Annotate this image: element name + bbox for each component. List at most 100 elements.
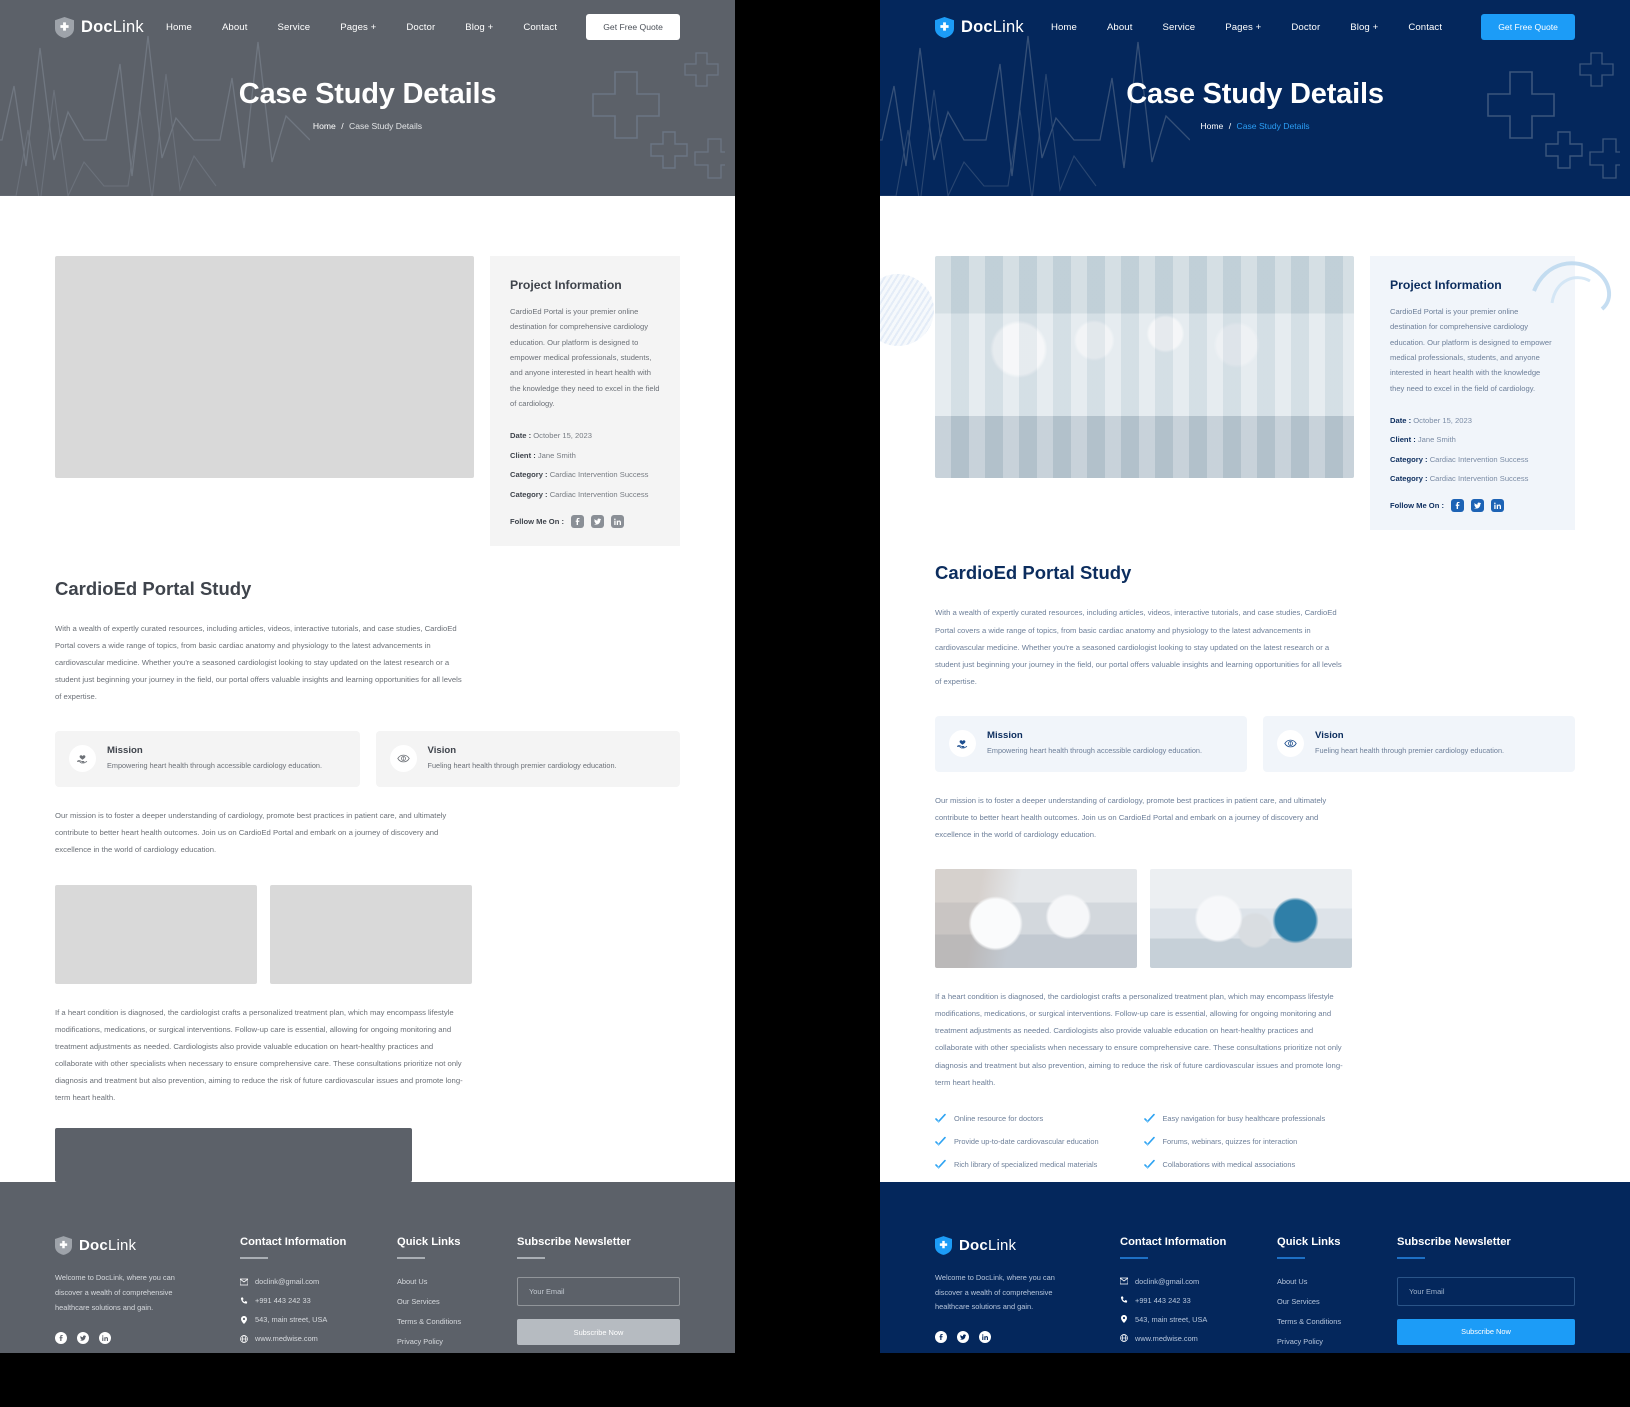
quick-link-our-services[interactable]: Our Services <box>397 1297 517 1306</box>
mission-card: Mission Empowering heart health through … <box>55 731 360 788</box>
phone-icon <box>240 1296 248 1304</box>
nav-item-blog[interactable]: Blog + <box>450 22 508 33</box>
project-meta-list: Date : October 15, 2023 Client : Jane Sm… <box>510 431 660 499</box>
comparison-stage: DocLink Home About Service Pages + Docto… <box>0 0 1630 1407</box>
shield-plus-icon <box>55 16 74 38</box>
nav-item-about[interactable]: About <box>1092 22 1148 33</box>
quick-link-about-us[interactable]: About Us <box>397 1277 517 1286</box>
primary-nav: Home About Service Pages + Doctor Blog +… <box>151 22 572 33</box>
linkedin-icon[interactable] <box>1491 499 1504 513</box>
grayscale-page-panel: DocLink Home About Service Pages + Docto… <box>0 0 735 1353</box>
quick-link-terms-conditions[interactable]: Terms & Conditions <box>1277 1317 1397 1326</box>
facebook-icon[interactable] <box>571 514 584 528</box>
case-study-hero-image <box>55 256 474 478</box>
facebook-icon[interactable] <box>1451 499 1464 513</box>
subscribe-now-button[interactable]: Subscribe Now <box>517 1319 680 1346</box>
twitter-icon[interactable] <box>957 1331 969 1344</box>
nav-item-doctor[interactable]: Doctor <box>1276 22 1335 33</box>
footer-contact-column: Contact Information doclink@gmail.com +9… <box>1120 1236 1277 1353</box>
project-information-heading: Project Information <box>510 278 622 292</box>
mission-text: Empowering heart health through accessib… <box>987 745 1202 755</box>
get-free-quote-button[interactable]: Get Free Quote <box>1481 14 1575 40</box>
footer-newsletter-column: Subscribe Newsletter Subscribe Now <box>517 1236 680 1353</box>
subscribe-now-button[interactable]: Subscribe Now <box>1397 1318 1575 1345</box>
nav-item-about[interactable]: About <box>207 22 263 33</box>
project-information-description: CardioEd Portal is your premier online d… <box>1390 307 1552 393</box>
vision-card: Vision Fueling heart health through prem… <box>375 731 680 788</box>
linkedin-icon[interactable] <box>99 1331 111 1344</box>
quick-link-about-us[interactable]: About Us <box>1277 1277 1397 1286</box>
article-paragraph-1: With a wealth of expertly curated resour… <box>935 608 1342 686</box>
contact-website[interactable]: www.medwise.com <box>240 1334 397 1343</box>
contact-address[interactable]: 543, main street, USA <box>240 1315 397 1324</box>
page-title: Case Study Details <box>238 78 497 110</box>
project-information-description: CardioEd Portal is your premier online d… <box>510 307 660 408</box>
contact-phone[interactable]: +991 443 242 33 <box>240 1296 397 1305</box>
linkedin-icon[interactable] <box>611 514 624 528</box>
breadcrumb-home[interactable]: Home <box>1200 121 1223 131</box>
follow-label: Follow Me On : <box>1390 501 1444 511</box>
newsletter-email-input[interactable] <box>1397 1276 1575 1306</box>
pin-icon <box>1121 1315 1127 1324</box>
facebook-icon[interactable] <box>935 1331 947 1344</box>
heading-underline <box>517 1257 545 1260</box>
contact-email-text: doclink@gmail.com <box>1135 1276 1200 1286</box>
quick-link-privacy-policy[interactable]: Privacy Policy <box>1277 1337 1397 1346</box>
twitter-icon[interactable] <box>1471 499 1484 513</box>
nav-item-home[interactable]: Home <box>151 22 207 33</box>
nav-item-pages[interactable]: Pages + <box>1210 22 1276 33</box>
breadcrumb-home[interactable]: Home <box>313 121 336 131</box>
site-footer: DocLink Welcome to DocLink, where you ca… <box>0 1182 735 1353</box>
newsletter-email-input[interactable] <box>517 1277 680 1307</box>
check-icon <box>935 1136 946 1146</box>
site-footer: DocLink Welcome to DocLink, where you ca… <box>880 1181 1630 1353</box>
globe-icon <box>1120 1334 1128 1343</box>
quick-link-privacy-policy[interactable]: Privacy Policy <box>397 1337 517 1346</box>
meta-row-category-1: Category : Cardiac Intervention Success <box>510 470 660 479</box>
nav-item-blog[interactable]: Blog + <box>1335 22 1393 33</box>
footer-brand-logo[interactable]: DocLink <box>935 1235 1120 1255</box>
nav-item-service[interactable]: Service <box>263 22 326 33</box>
facebook-icon[interactable] <box>55 1331 67 1344</box>
check-item-2: Provide up-to-date cardiovascular educat… <box>935 1136 1144 1147</box>
nav-item-contact[interactable]: Contact <box>508 22 572 33</box>
nav-item-home[interactable]: Home <box>1036 22 1092 33</box>
quick-link-terms-conditions[interactable]: Terms & Conditions <box>397 1317 517 1326</box>
page-title: Case Study Details <box>1126 78 1384 110</box>
brand-logo[interactable]: DocLink <box>55 16 144 38</box>
meta-value: October 15, 2023 <box>1413 415 1472 425</box>
check-label: Rich library of specialized medical mate… <box>954 1159 1098 1169</box>
gallery-row <box>935 869 1575 969</box>
mission-vision-row: Mission Empowering heart health through … <box>935 715 1575 772</box>
contact-phone[interactable]: +991 443 242 33 <box>1120 1296 1277 1305</box>
vision-text: Fueling heart health through premier car… <box>427 761 617 771</box>
twitter-icon[interactable] <box>591 514 604 528</box>
nav-item-doctor[interactable]: Doctor <box>391 22 450 33</box>
quick-link-our-services[interactable]: Our Services <box>1277 1297 1397 1306</box>
nav-item-pages[interactable]: Pages + <box>325 22 391 33</box>
contact-email-text: doclink@gmail.com <box>255 1277 320 1287</box>
contact-website[interactable]: www.medwise.com <box>1120 1334 1277 1343</box>
main-content: Project Information CardioEd Portal is y… <box>0 196 735 1183</box>
twitter-icon[interactable] <box>77 1331 89 1344</box>
brand-logo[interactable]: DocLink <box>935 16 1024 38</box>
meta-label: Date : <box>510 431 532 441</box>
contact-email[interactable]: doclink@gmail.com <box>240 1277 397 1286</box>
nav-item-service[interactable]: Service <box>1148 22 1211 33</box>
footer-brand-logo[interactable]: DocLink <box>55 1236 240 1255</box>
heading-underline <box>397 1257 425 1260</box>
meta-label: Client : <box>1390 435 1416 445</box>
contact-email[interactable]: doclink@gmail.com <box>1120 1277 1277 1286</box>
contact-address[interactable]: 543, main street, USA <box>1120 1315 1277 1324</box>
nav-item-contact[interactable]: Contact <box>1393 22 1457 33</box>
vision-title: Vision <box>427 745 457 757</box>
hero-banner: DocLink Home About Service Pages + Docto… <box>880 0 1630 196</box>
project-meta-list: Date : October 15, 2023 Client : Jane Sm… <box>1390 416 1555 484</box>
hospital-corridor-photo <box>935 256 1354 478</box>
gallery-image-bedside <box>1150 869 1352 969</box>
linkedin-icon[interactable] <box>979 1331 991 1344</box>
meta-value: Cardiac Intervention Success <box>549 470 649 480</box>
meta-label: Category : <box>1390 474 1428 484</box>
get-free-quote-button[interactable]: Get Free Quote <box>586 14 680 40</box>
check-icon <box>935 1159 946 1169</box>
